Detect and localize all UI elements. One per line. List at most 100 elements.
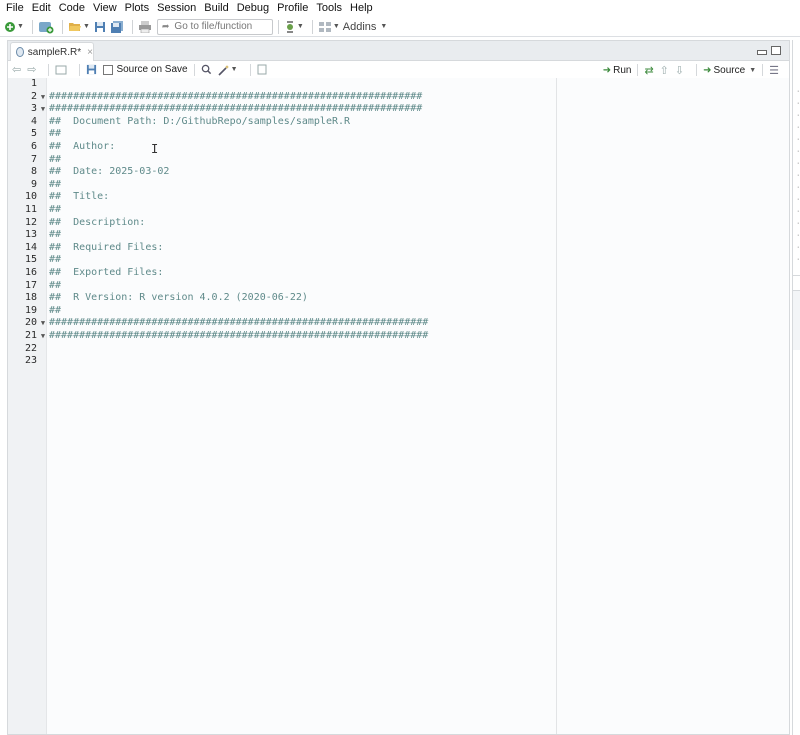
menu-code[interactable]: Code xyxy=(55,0,89,16)
grid-icon xyxy=(318,21,331,32)
line-number: 20 xyxy=(24,317,37,329)
code-text: ## R Version: R version 4.0.2 (2020-06-2… xyxy=(49,292,308,304)
git-icon xyxy=(286,20,293,33)
menu-plots[interactable]: Plots xyxy=(121,0,153,16)
search-icon[interactable] xyxy=(201,64,212,75)
compile-report-icon[interactable] xyxy=(257,64,267,75)
toolbar-divider xyxy=(79,63,81,76)
code-line: 2 ▼ ######################################… xyxy=(8,91,788,104)
next-section-icon[interactable]: ⇩ xyxy=(675,64,684,77)
save-file-icon[interactable] xyxy=(86,64,97,75)
pane-edge-mark: · xyxy=(797,220,800,227)
line-number: 18 xyxy=(24,292,37,304)
line-number: 1 xyxy=(30,78,37,89)
code-text: ## xyxy=(49,153,62,165)
run-label: Run xyxy=(613,64,632,76)
code-text: ## xyxy=(49,279,62,291)
menu-tools[interactable]: Tools xyxy=(312,0,346,16)
line-number: 17 xyxy=(24,279,37,291)
workspace-panes-button[interactable]: ▼ xyxy=(318,18,340,36)
code-line: 5 ## xyxy=(8,128,788,141)
text-cursor-icon: I xyxy=(151,142,159,156)
code-line: 16 ## Exported Files: xyxy=(8,267,788,280)
line-number: 12 xyxy=(24,216,37,228)
version-control-button[interactable]: ▼ xyxy=(284,18,304,36)
code-text: ########################################… xyxy=(49,90,423,102)
code-tools-wand-icon[interactable]: ▼ xyxy=(218,64,238,76)
line-number: 10 xyxy=(24,191,37,203)
toolbar-divider xyxy=(311,19,313,34)
pane-edge-mark: · xyxy=(797,136,800,143)
show-in-window-icon[interactable] xyxy=(55,65,67,75)
menu-debug[interactable]: Debug xyxy=(233,0,273,16)
code-line: 10 ## Title: xyxy=(8,191,788,204)
save-all-button[interactable] xyxy=(110,18,124,36)
pane-edge-mark: · xyxy=(797,196,800,203)
pane-edge-mark: · xyxy=(797,112,800,119)
run-arrow-icon: ➜ xyxy=(602,64,612,76)
print-button[interactable] xyxy=(138,18,152,36)
menu-file[interactable]: File xyxy=(2,0,28,16)
code-line: 3 ▼ ######################################… xyxy=(8,103,788,116)
maximize-pane-icon[interactable] xyxy=(771,46,781,55)
source-arrow-icon: ➜ xyxy=(703,64,712,76)
pane-edge-mark: · xyxy=(797,160,800,167)
pane-edge-mark: · xyxy=(797,208,800,215)
open-file-button[interactable]: ▼ xyxy=(68,18,90,36)
new-project-button[interactable] xyxy=(38,18,54,36)
source-on-save-checkbox[interactable]: Source on Save xyxy=(103,64,188,75)
menu-bar: File Edit Code View Plots Session Build Debug Pr… xyxy=(0,0,800,16)
code-line: 19 ## xyxy=(8,305,788,318)
code-line: 14 ## Required Files: xyxy=(8,242,788,255)
code-line: 4 ## Document Path: D:/GithubRepo/samples… xyxy=(8,116,788,129)
source-label: Source xyxy=(713,64,746,76)
goto-file-function-input[interactable]: ➦ Go to file/function xyxy=(156,18,273,35)
rerun-icon[interactable]: ⇄ xyxy=(644,64,653,77)
code-text: ## Author: xyxy=(49,141,116,152)
code-line: 12 ## Description: xyxy=(8,217,788,230)
menu-edit[interactable]: Edit xyxy=(28,0,55,16)
new-file-button[interactable]: ▼ xyxy=(4,18,24,36)
goto-placeholder: Go to file/function xyxy=(174,21,253,32)
menu-help[interactable]: Help xyxy=(346,0,377,16)
fold-toggle-icon[interactable]: ▼ xyxy=(39,330,47,343)
source-button[interactable]: ➜ Source ▼ xyxy=(703,65,756,76)
menu-profile[interactable]: Profile xyxy=(273,0,312,16)
code-text: ## Description: xyxy=(49,216,146,228)
goto-arrow-icon: ➦ xyxy=(161,21,170,31)
source-tab-bar: sampleR.R* × xyxy=(8,41,789,61)
menu-view[interactable]: View xyxy=(89,0,121,16)
minimize-pane-icon[interactable] xyxy=(757,50,767,55)
code-line: 17 ## xyxy=(8,280,788,293)
forward-icon[interactable]: ⇨ xyxy=(27,63,36,76)
close-icon[interactable]: × xyxy=(87,47,93,58)
code-line: 15 ## xyxy=(8,254,788,267)
run-button[interactable]: ➜ Run xyxy=(603,65,632,76)
code-text: ## xyxy=(49,128,62,140)
fold-toggle-icon[interactable]: ▼ xyxy=(39,91,47,104)
save-button[interactable] xyxy=(93,18,107,36)
menu-build[interactable]: Build xyxy=(200,0,232,16)
line-number: 23 xyxy=(24,355,37,367)
code-line: 23 xyxy=(8,355,788,368)
code-text: ## Required Files: xyxy=(49,241,164,253)
back-icon[interactable]: ⇦ xyxy=(12,63,21,76)
toolbar-divider xyxy=(762,64,764,76)
menu-session[interactable]: Session xyxy=(153,0,200,16)
tab-sampler-r[interactable]: sampleR.R* × xyxy=(10,42,94,61)
fold-toggle-icon[interactable]: ▼ xyxy=(39,103,47,116)
toolbar-divider xyxy=(277,19,279,34)
pane-controls xyxy=(757,46,781,55)
fold-toggle-icon[interactable]: ▼ xyxy=(39,317,47,330)
code-text: ## xyxy=(49,304,62,316)
code-editor[interactable]: 1 2 ▼ #####################################… xyxy=(8,78,789,734)
code-line: 8 ## Date: 2025-03-02 xyxy=(8,166,788,179)
r-file-icon xyxy=(16,47,24,57)
document-outline-icon[interactable]: ☰ xyxy=(769,64,779,77)
addins-button[interactable]: Addins ▼ xyxy=(343,18,388,36)
toolbar-divider xyxy=(249,63,251,76)
line-number: 15 xyxy=(24,254,37,266)
pane-edge-mark: · xyxy=(797,244,800,251)
previous-section-icon[interactable]: ⇧ xyxy=(660,64,669,77)
code-line: 13 ## xyxy=(8,229,788,242)
